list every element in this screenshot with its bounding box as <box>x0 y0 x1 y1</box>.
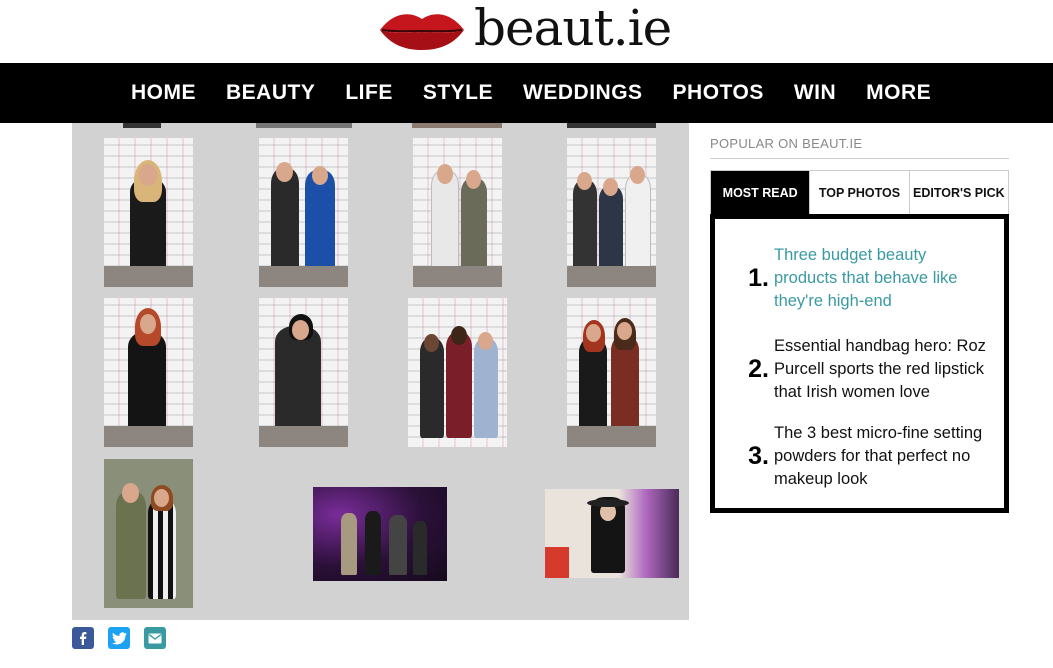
photo-thumbnail[interactable] <box>256 123 352 128</box>
photo-thumbnail[interactable] <box>412 123 502 128</box>
list-item[interactable]: 3. The 3 best micro-fine setting powders… <box>715 420 1004 492</box>
email-icon <box>148 633 162 643</box>
photo-thumbnail[interactable] <box>123 123 161 128</box>
tab-top-photos[interactable]: TOP PHOTOS <box>809 171 908 215</box>
email-share-button[interactable] <box>144 627 166 649</box>
photo-thumbnail[interactable] <box>259 138 348 287</box>
nav-item-win[interactable]: WIN <box>794 81 836 105</box>
nav-item-beauty[interactable]: BEAUTY <box>226 81 315 105</box>
most-read-list: 1. Three budget beauty products that beh… <box>710 214 1009 513</box>
photo-thumbnail[interactable] <box>104 298 193 447</box>
photo-thumbnail[interactable] <box>567 138 656 287</box>
tab-most-read[interactable]: MOST READ <box>711 171 810 215</box>
article-rank: 2. <box>748 354 769 383</box>
site-logo[interactable]: beaut.ie <box>378 0 672 60</box>
nav-item-more[interactable]: MORE <box>866 81 931 105</box>
nav-item-weddings[interactable]: WEDDINGS <box>523 81 643 105</box>
photo-thumbnail[interactable] <box>313 487 447 581</box>
article-title-link[interactable]: Three budget beauty products that behave… <box>774 244 989 313</box>
facebook-icon <box>80 632 87 645</box>
twitter-share-button[interactable] <box>108 627 130 649</box>
photo-thumbnail[interactable] <box>567 298 656 447</box>
photo-thumbnail[interactable] <box>545 489 679 578</box>
logo-text: beaut.ie <box>474 0 672 57</box>
article-title-link[interactable]: The 3 best micro-fine setting powders fo… <box>774 422 989 491</box>
twitter-icon <box>111 631 127 644</box>
main-nav: HOME BEAUTY LIFE STYLE WEDDINGS PHOTOS W… <box>0 63 1053 123</box>
lips-logo-icon <box>380 14 464 50</box>
nav-item-life[interactable]: LIFE <box>345 81 393 105</box>
photo-thumbnail[interactable] <box>408 298 507 447</box>
popular-section-title: POPULAR ON BEAUT.IE <box>710 136 863 151</box>
nav-item-home[interactable]: HOME <box>131 81 196 105</box>
photo-thumbnail[interactable] <box>567 123 656 128</box>
facebook-share-button[interactable] <box>72 627 94 649</box>
photo-thumbnail[interactable] <box>413 138 502 287</box>
nav-item-style[interactable]: STYLE <box>423 81 493 105</box>
list-item[interactable]: 1. Three budget beauty products that beh… <box>715 242 1004 314</box>
article-rank: 3. <box>748 441 769 470</box>
divider <box>710 158 1009 159</box>
nav-item-photos[interactable]: PHOTOS <box>673 81 764 105</box>
photo-thumbnail[interactable] <box>104 138 193 287</box>
photo-gallery <box>72 123 689 620</box>
popular-tabs: MOST READ TOP PHOTOS EDITOR'S PICK <box>710 170 1009 215</box>
photo-thumbnail[interactable] <box>259 298 348 447</box>
photo-thumbnail[interactable] <box>104 459 193 608</box>
list-item[interactable]: 2. Essential handbag hero: Roz Purcell s… <box>715 322 1004 416</box>
article-title-link[interactable]: Essential handbag hero: Roz Purcell spor… <box>774 335 989 404</box>
article-rank: 1. <box>748 263 769 292</box>
logo-bar: beaut.ie <box>0 0 1053 63</box>
tab-editors-pick[interactable]: EDITOR'S PICK <box>908 171 1008 215</box>
